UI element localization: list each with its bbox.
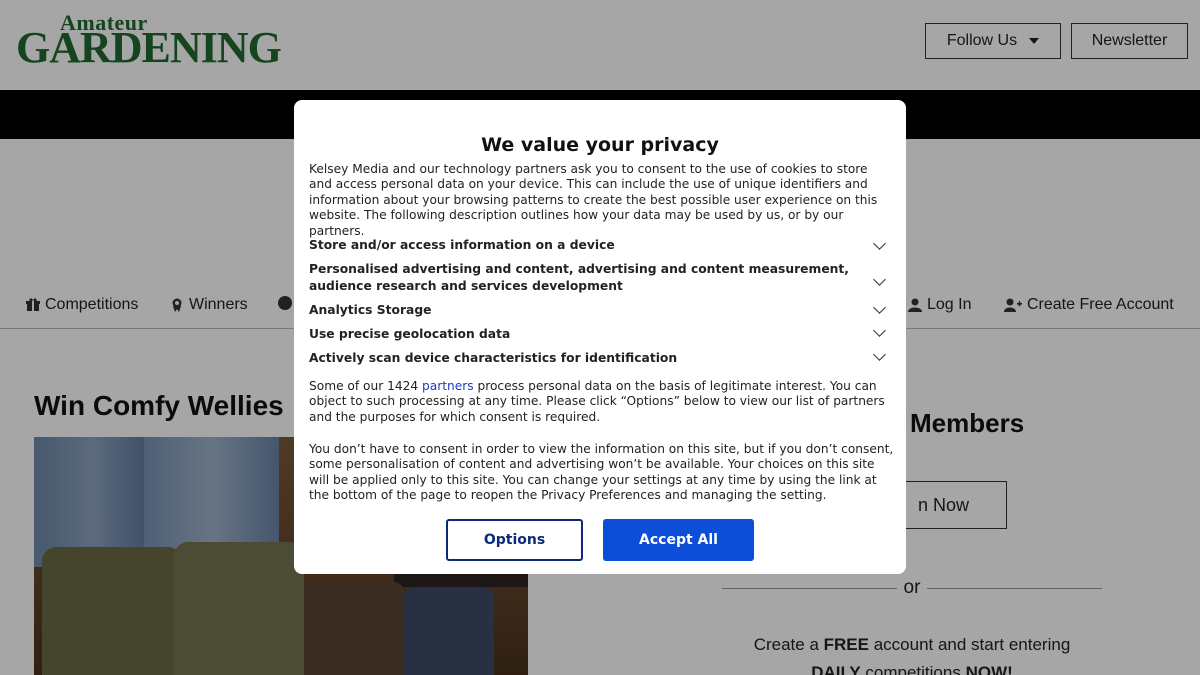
chevron-down-icon bbox=[873, 324, 886, 337]
chevron-down-icon bbox=[873, 273, 886, 286]
purpose-geolocation[interactable]: Use precise geolocation data bbox=[309, 324, 886, 343]
purpose-personalised-advertising[interactable]: Personalised advertising and content, ad… bbox=[309, 261, 886, 295]
consent-info-text: You don’t have to consent in order to vi… bbox=[309, 442, 894, 503]
chevron-down-icon bbox=[873, 237, 886, 250]
accept-all-button[interactable]: Accept All bbox=[603, 519, 754, 561]
partners-link[interactable]: partners bbox=[422, 379, 474, 393]
chevron-down-icon bbox=[873, 348, 886, 361]
chevron-down-icon bbox=[873, 301, 886, 314]
purpose-store-access[interactable]: Store and/or access information on a dev… bbox=[309, 237, 886, 254]
privacy-consent-dialog: We value your privacy Kelsey Media and o… bbox=[294, 100, 906, 574]
options-button[interactable]: Options bbox=[446, 519, 583, 561]
purpose-scan-device[interactable]: Actively scan device characteristics for… bbox=[309, 348, 886, 367]
purpose-analytics-storage[interactable]: Analytics Storage bbox=[309, 301, 886, 319]
consent-title: We value your privacy bbox=[481, 134, 719, 156]
consent-intro: Kelsey Media and our technology partners… bbox=[309, 162, 878, 238]
consent-legitimate-interest: Some of our 1424 partners process person… bbox=[309, 379, 885, 424]
